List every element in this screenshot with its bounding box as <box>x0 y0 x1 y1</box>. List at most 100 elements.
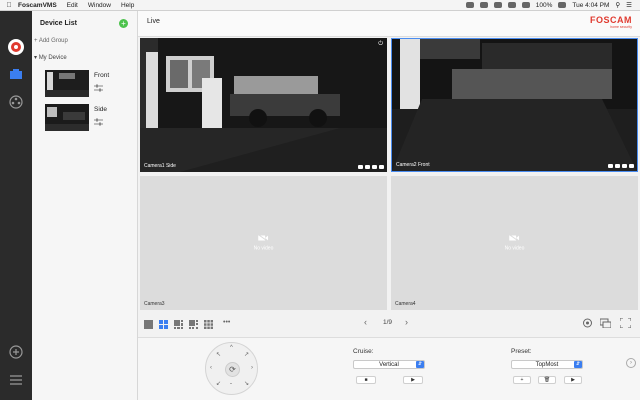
menu-edit[interactable]: Edit <box>67 2 78 9</box>
camera-tile-2[interactable]: Camera2 Front <box>391 38 638 172</box>
camera-tile-1[interactable]: ⏻ Camera1 Side <box>140 38 387 172</box>
device-thumbnail <box>45 70 89 97</box>
fullscreen-icon[interactable] <box>620 318 631 328</box>
sync-icon[interactable] <box>479 2 488 8</box>
audio-icon[interactable] <box>622 164 627 168</box>
record-icon[interactable] <box>608 164 613 168</box>
notifications-icon[interactable]: ☰ <box>626 1 632 9</box>
cruise-stop-button[interactable]: ■ <box>356 376 376 384</box>
device-item-side[interactable]: Side <box>45 104 131 136</box>
plus-icon: + <box>520 377 524 383</box>
layout-4-icon[interactable] <box>159 320 168 329</box>
camera-tile-3[interactable]: No video Camera3 <box>140 176 387 310</box>
pan-down-button[interactable]: ˇ <box>230 384 232 390</box>
pan-right-button[interactable]: › <box>251 365 253 371</box>
mic-off-icon[interactable] <box>379 165 384 169</box>
display-icon[interactable] <box>493 2 502 8</box>
pan-up-button[interactable]: ^ <box>230 345 233 351</box>
camera-label: Camera2 Front <box>396 162 430 168</box>
layout-6-icon[interactable] <box>174 320 183 329</box>
layout-8-icon[interactable] <box>189 320 198 329</box>
foscam-logo-icon <box>8 39 24 55</box>
prev-page-button[interactable]: ‹ <box>364 317 367 327</box>
logo-tagline: home security <box>610 25 632 29</box>
menubar-clock[interactable]: Tue 4:04 PM <box>572 2 609 9</box>
trash-icon: 🗑 <box>543 377 551 383</box>
camera-feed <box>140 38 387 172</box>
volume-icon[interactable] <box>521 2 530 8</box>
menubar-status: 100% Tue 4:04 PM ⚲ ☰ <box>465 1 640 9</box>
camera-tile-4[interactable]: No video Camera4 <box>391 176 638 310</box>
camera-label: Camera4 <box>395 301 416 307</box>
battery-icon[interactable] <box>558 2 567 8</box>
preset-add-button[interactable]: + <box>513 376 531 384</box>
patrol-icon[interactable] <box>582 318 593 328</box>
pan-up-right-button[interactable]: ↗ <box>244 351 249 358</box>
device-group-header[interactable]: ▾ My Device <box>34 54 67 61</box>
device-group-name: My Device <box>38 55 67 61</box>
layout-1-icon[interactable] <box>144 320 153 329</box>
app-sidebar <box>0 11 32 400</box>
select-chevron-icon: ⇵ <box>574 361 582 368</box>
next-page-button[interactable]: › <box>405 317 408 327</box>
multi-screen-icon[interactable] <box>600 318 611 328</box>
menu-nav[interactable] <box>7 371 25 389</box>
no-video-text: No video <box>253 245 274 252</box>
menu-window[interactable]: Window <box>88 2 111 9</box>
live-header: Live FOSCAM home security <box>138 11 640 37</box>
ptz-reset-button[interactable]: ⟳ <box>225 362 240 377</box>
audio-icon[interactable] <box>372 165 377 169</box>
apple-menu[interactable]:  <box>0 2 18 9</box>
add-device-button[interactable]: + <box>119 19 128 28</box>
settings-sliders-icon[interactable] <box>94 118 103 126</box>
search-icon[interactable]: ⚲ <box>615 1 620 9</box>
preset-label: Preset: <box>511 348 532 355</box>
preset-delete-button[interactable]: 🗑 <box>538 376 556 384</box>
select-chevron-icon: ⇵ <box>416 361 424 368</box>
snapshot-icon[interactable] <box>615 164 620 168</box>
logo-brand: FOSCAM <box>590 15 632 25</box>
playback-nav[interactable] <box>7 93 25 111</box>
pan-down-right-button[interactable]: ↘ <box>244 380 249 387</box>
more-layouts-button[interactable]: ••• <box>223 319 230 326</box>
menu-app[interactable]: FoscamVMS <box>18 2 57 9</box>
add-group-link[interactable]: + Add Group <box>34 38 68 44</box>
record-icon[interactable] <box>358 165 363 169</box>
pan-left-button[interactable]: ‹ <box>210 365 212 371</box>
hamburger-icon <box>10 375 22 385</box>
device-item-front[interactable]: Front <box>45 70 131 102</box>
ptz-more-button[interactable]: › <box>626 358 636 368</box>
preset-select[interactable]: TopMost ⇵ <box>511 360 583 369</box>
foscam-logo: FOSCAM home security <box>590 15 632 29</box>
mic-off-icon[interactable] <box>629 164 634 168</box>
cruise-play-button[interactable]: ▶ <box>403 376 423 384</box>
tile-controls <box>358 165 384 169</box>
device-list-panel: Device List + + Add Group ▾ My Device Fr… <box>32 11 138 400</box>
ptz-direction-pad[interactable]: ^ ˇ ‹ › ↖ ↗ ↙ ↘ ⟳ <box>205 342 258 395</box>
preset-go-button[interactable]: ▶ <box>564 376 582 384</box>
live-view-nav[interactable] <box>7 66 25 84</box>
add-device-nav[interactable] <box>7 343 25 361</box>
video-grid: ⏻ Camera1 Side Camera2 Front No video Ca… <box>140 38 638 310</box>
cruise-select-value: Vertical <box>379 362 399 368</box>
pan-up-left-button[interactable]: ↖ <box>216 351 221 358</box>
cloud-icon[interactable] <box>465 2 474 8</box>
foscam-logo-button[interactable] <box>7 38 25 56</box>
snapshot-icon[interactable] <box>365 165 370 169</box>
power-icon[interactable]: ⏻ <box>378 41 383 48</box>
tile-controls <box>608 164 634 168</box>
cruise-select[interactable]: Vertical ⇵ <box>353 360 425 369</box>
device-name: Front <box>94 72 110 79</box>
garage-snapshot-icon <box>45 104 89 131</box>
menu-help[interactable]: Help <box>121 2 134 9</box>
live-view-area: Live FOSCAM home security ⏻ Camera1 Side… <box>138 11 640 400</box>
ptz-panel: ^ ˇ ‹ › ↖ ↗ ↙ ↘ ⟳ Cruise: Vertical ⇵ ■ ▶… <box>138 337 640 400</box>
device-name: Side <box>94 106 108 113</box>
no-video-placeholder: No video <box>253 234 274 252</box>
battery-percent: 100% <box>535 1 553 9</box>
layout-9-icon[interactable] <box>204 320 213 329</box>
settings-sliders-icon[interactable] <box>94 84 103 92</box>
play-icon: ▶ <box>571 377 575 383</box>
wifi-icon[interactable] <box>507 2 516 8</box>
pan-down-left-button[interactable]: ↙ <box>216 380 221 387</box>
